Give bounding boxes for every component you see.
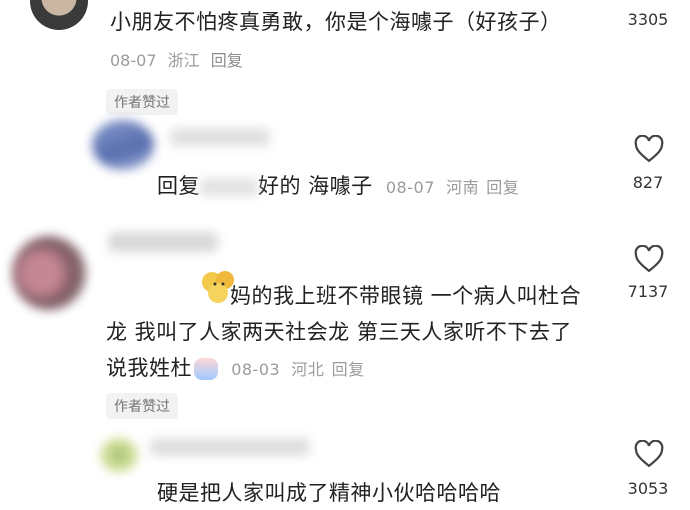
like-count: 827 (632, 173, 664, 192)
redacted-mention (200, 178, 258, 196)
comment-date: 08-07 (110, 51, 157, 70)
reply-body: 好的 海噱子 (258, 174, 373, 198)
avatar[interactable] (92, 120, 154, 170)
reply-text: 硬是把人家叫成了精神小伙哈哈哈哈 (157, 481, 501, 505)
comment-meta: 08-07 浙江 回复 (110, 47, 243, 71)
avatar[interactable] (12, 236, 86, 310)
reply-button[interactable]: 回复 (211, 51, 243, 70)
comment-text: 小朋友不怕疼真勇敢，你是个海噱子（好孩子） (110, 10, 562, 34)
comment-text-line: 龙 我叫了人家两天社会龙 第三天人家听不下去了 (106, 320, 572, 344)
avatar[interactable] (30, 0, 88, 30)
author-liked-badge: 作者赞过 (106, 89, 178, 115)
redacted-username (170, 128, 270, 146)
comment-text-line: 妈的我上班不带眼镜 一个病人叫杜合 (230, 284, 582, 308)
heart-outline-icon[interactable] (634, 135, 664, 163)
comment-text-line: 说我姓杜 08-03 河北 回复 (106, 356, 365, 380)
comment-date: 08-07 (385, 178, 435, 197)
heart-outline-icon[interactable] (634, 245, 664, 273)
reply-text: 回复 好的 海噱子 08-07 河南 回复 (157, 170, 519, 200)
emoji-icon (194, 358, 218, 380)
author-liked-badge: 作者赞过 (106, 393, 178, 419)
reply-button[interactable]: 回复 (486, 178, 519, 197)
reply-prefix: 回复 (157, 174, 200, 198)
redacted-username (150, 438, 310, 456)
like-count: 3053 (627, 479, 669, 498)
avatar[interactable] (100, 438, 138, 472)
like-count: 3305 (627, 10, 669, 29)
like-count: 7137 (627, 282, 669, 301)
comment-date: 08-03 (231, 360, 281, 379)
redacted-username (108, 232, 218, 252)
reply-button[interactable]: 回复 (332, 360, 365, 379)
comment-location: 浙江 (167, 51, 200, 70)
comment-location: 河北 (291, 360, 325, 379)
heart-outline-icon[interactable] (634, 440, 664, 468)
comment-location: 河南 (446, 178, 480, 197)
